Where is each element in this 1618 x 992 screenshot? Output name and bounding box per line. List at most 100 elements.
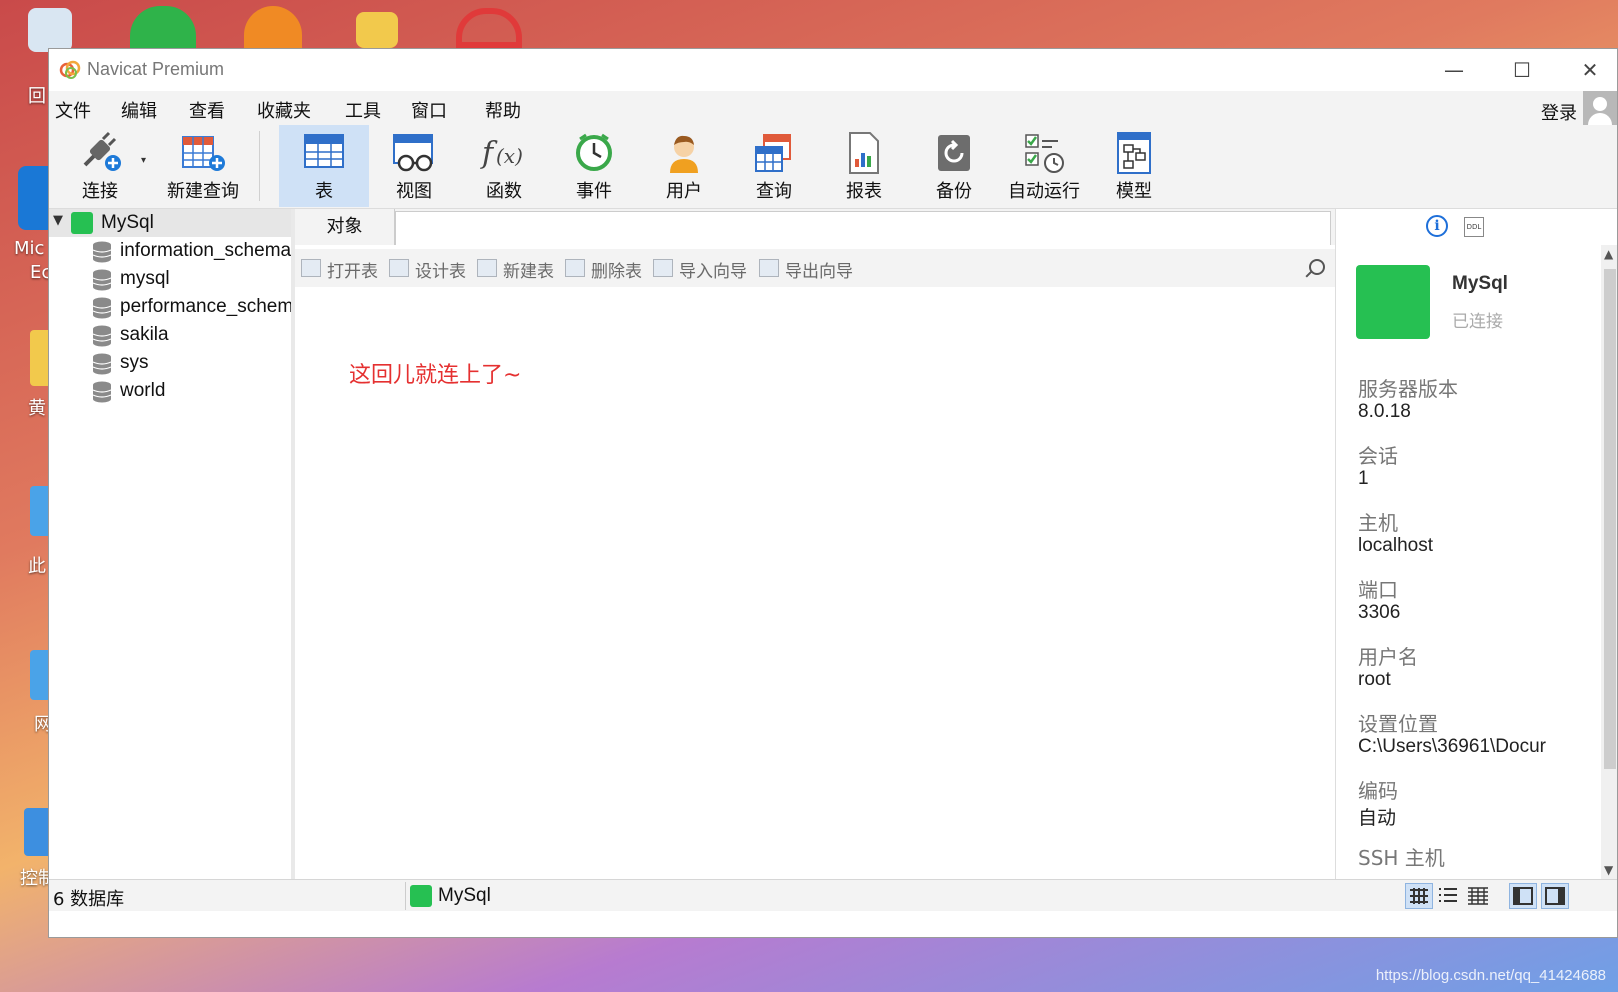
info-vertical-scrollbar[interactable]: ▲ ▼ bbox=[1601, 245, 1617, 879]
title-bar[interactable]: Navicat Premium — ☐ ✕ bbox=[49, 49, 1617, 91]
tab-objects[interactable]: 对象 bbox=[295, 209, 395, 245]
toolbar-model-button[interactable]: 模型 bbox=[1089, 125, 1179, 207]
toolbar-new-query-button[interactable]: 新建查询 bbox=[151, 125, 255, 207]
menu-tools[interactable]: 工具 bbox=[345, 97, 381, 123]
toolbar-query-button[interactable]: 查询 bbox=[729, 125, 819, 207]
list-view-button[interactable] bbox=[1435, 883, 1463, 909]
toolbar-connect-button[interactable]: 连接 bbox=[55, 125, 145, 207]
mysql-dolphin-icon bbox=[410, 885, 432, 907]
scroll-down-icon[interactable]: ▼ bbox=[1604, 863, 1613, 877]
tree-db-information-schema[interactable]: information_schema bbox=[49, 237, 291, 265]
desktop-label-recycle: 回 bbox=[28, 86, 46, 107]
open-table-label: 打开表 bbox=[327, 262, 378, 282]
new-table-label: 新建表 bbox=[503, 262, 554, 282]
toolbar-new-query-label: 新建查询 bbox=[167, 181, 239, 202]
import-wizard-button[interactable]: 导入向导 bbox=[653, 257, 753, 282]
navicat-window: Navicat Premium — ☐ ✕ 文件 编辑 查看 收藏夹 工具 窗口… bbox=[48, 48, 1618, 938]
app-icon-green[interactable] bbox=[130, 6, 196, 48]
control-panel-icon[interactable] bbox=[24, 808, 48, 856]
toggle-left-pane-button[interactable] bbox=[1509, 883, 1537, 909]
status-connection-label: MySql bbox=[438, 885, 491, 906]
toggle-right-pane-button[interactable] bbox=[1541, 883, 1569, 909]
menu-favorites[interactable]: 收藏夹 bbox=[257, 97, 311, 123]
toolbar-automation-label: 自动运行 bbox=[1008, 181, 1080, 202]
design-table-button[interactable]: 设计表 bbox=[389, 257, 471, 282]
open-table-button[interactable]: 打开表 bbox=[301, 257, 383, 282]
toolbar-automation-button[interactable]: 自动运行 bbox=[999, 125, 1089, 207]
user-icon bbox=[670, 135, 698, 173]
scroll-up-icon[interactable]: ▲ bbox=[1604, 247, 1613, 261]
recycle-bin-icon[interactable] bbox=[28, 8, 72, 52]
tree-db-mysql[interactable]: mysql bbox=[49, 265, 291, 293]
scrollbar-thumb[interactable] bbox=[1604, 269, 1616, 769]
edge-icon[interactable] bbox=[18, 166, 48, 230]
design-table-label: 设计表 bbox=[415, 262, 466, 282]
function-icon: f (x) bbox=[480, 136, 523, 171]
close-button[interactable]: ✕ bbox=[1567, 55, 1613, 85]
tree-db-label: performance_schema bbox=[120, 296, 291, 317]
csdn-watermark: https://blog.csdn.net/qq_41424688 bbox=[1375, 967, 1606, 984]
tree-connection-label: MySql bbox=[101, 212, 154, 233]
tree-db-world[interactable]: world bbox=[49, 377, 291, 405]
new-table-icon bbox=[477, 259, 497, 277]
toolbar-backup-label: 备份 bbox=[936, 181, 972, 202]
menu-help[interactable]: 帮助 bbox=[485, 97, 521, 123]
object-toolbar: 打开表 设计表 新建表 删除表 导入向导 导出向导 bbox=[295, 249, 1335, 287]
menu-view[interactable]: 查看 bbox=[189, 97, 225, 123]
toolbar-event-button[interactable]: 事件 bbox=[549, 125, 639, 207]
network-icon[interactable] bbox=[30, 650, 48, 700]
toolbar-backup-button[interactable]: 备份 bbox=[909, 125, 999, 207]
toolbar-user-button[interactable]: 用户 bbox=[639, 125, 729, 207]
menu-edit[interactable]: 编辑 bbox=[121, 97, 157, 123]
delete-table-button[interactable]: 删除表 bbox=[565, 257, 647, 282]
new-query-icon bbox=[182, 136, 225, 171]
menu-file[interactable]: 文件 bbox=[55, 97, 91, 123]
toolbar-report-label: 报表 bbox=[846, 181, 882, 202]
navicat-logo-icon bbox=[59, 60, 81, 79]
prop-label-encoding: 编码 bbox=[1358, 779, 1398, 803]
grid-view-button[interactable] bbox=[1405, 883, 1433, 909]
menu-bar: 文件 编辑 查看 收藏夹 工具 窗口 帮助 登录 bbox=[49, 91, 1617, 125]
toolbar-table-button[interactable]: 表 bbox=[279, 125, 369, 207]
database-icon bbox=[92, 269, 112, 291]
maximize-button[interactable]: ☐ bbox=[1499, 55, 1545, 85]
expand-arrow-icon[interactable]: ▼ bbox=[53, 213, 63, 228]
tree-db-label: sys bbox=[120, 352, 149, 373]
login-link[interactable]: 登录 bbox=[1541, 99, 1577, 125]
detail-view-button[interactable] bbox=[1465, 883, 1493, 909]
tree-db-sys[interactable]: sys bbox=[49, 349, 291, 377]
design-table-icon bbox=[389, 259, 409, 277]
pc-icon[interactable] bbox=[30, 486, 48, 536]
folder-icon[interactable] bbox=[356, 12, 398, 48]
new-table-button[interactable]: 新建表 bbox=[477, 257, 559, 282]
search-icon[interactable] bbox=[1309, 259, 1325, 275]
folder-icon-2[interactable] bbox=[30, 330, 48, 386]
avatar[interactable] bbox=[1583, 91, 1617, 125]
menu-window[interactable]: 窗口 bbox=[411, 97, 447, 123]
firefox-icon[interactable] bbox=[244, 6, 302, 48]
minimize-button[interactable]: — bbox=[1431, 55, 1477, 85]
tree-db-performance-schema[interactable]: performance_schema bbox=[49, 293, 291, 321]
svg-text:(x): (x) bbox=[496, 144, 523, 168]
import-wizard-label: 导入向导 bbox=[679, 262, 747, 282]
toolbar-function-label: 函数 bbox=[486, 181, 522, 202]
ddl-icon[interactable]: DDL bbox=[1464, 217, 1484, 237]
colorful-app-icon[interactable] bbox=[456, 8, 522, 48]
export-wizard-icon bbox=[759, 259, 779, 277]
status-connection: MySql bbox=[405, 882, 491, 910]
desktop-label-pc: 此 bbox=[28, 556, 46, 577]
toolbar-function-button[interactable]: f (x) 函数 bbox=[459, 125, 549, 207]
window-title: Navicat Premium bbox=[87, 59, 225, 79]
tree-db-sakila[interactable]: sakila bbox=[49, 321, 291, 349]
tree-connection-mysql[interactable]: ▼ MySql bbox=[49, 209, 291, 237]
status-database-count: 6 数据库 bbox=[53, 889, 125, 910]
export-wizard-button[interactable]: 导出向导 bbox=[759, 257, 859, 282]
object-list-area[interactable]: 这回儿就连上了~ bbox=[295, 287, 1335, 879]
info-icon[interactable]: i bbox=[1426, 215, 1448, 237]
prop-value-port: 3306 bbox=[1358, 602, 1401, 623]
database-icon bbox=[92, 325, 112, 347]
connect-dropdown-caret-icon[interactable]: ▾ bbox=[141, 155, 146, 166]
prop-label-port: 端口 bbox=[1358, 578, 1398, 602]
toolbar-view-button[interactable]: 视图 bbox=[369, 125, 459, 207]
toolbar-report-button[interactable]: 报表 bbox=[819, 125, 909, 207]
